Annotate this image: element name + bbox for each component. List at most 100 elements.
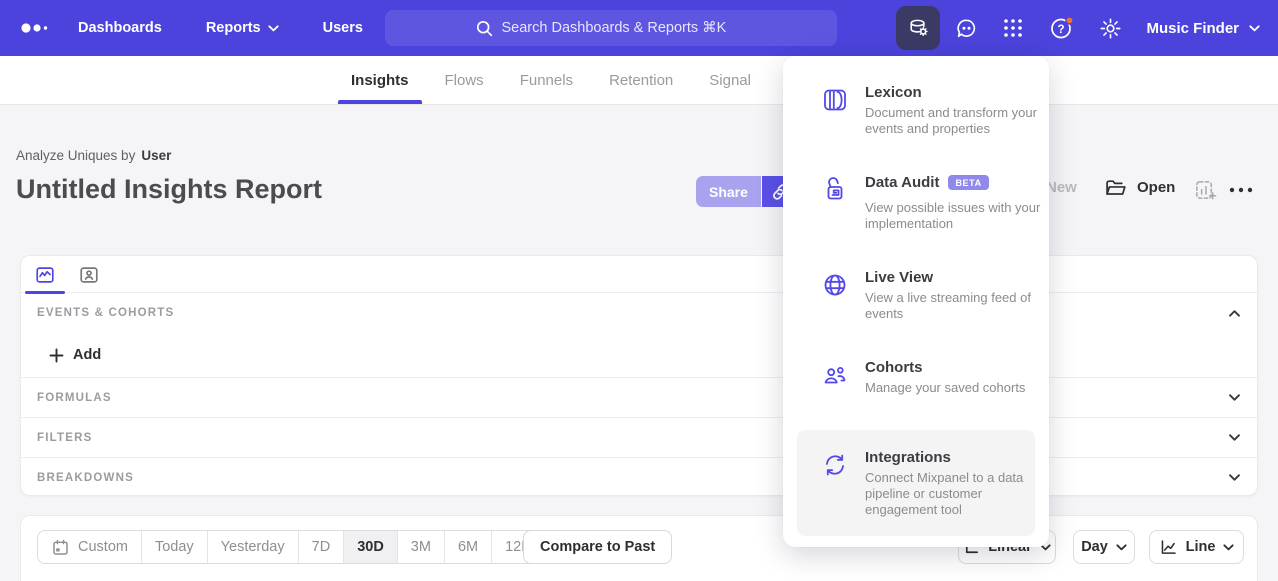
user-profile-icon [78, 264, 100, 286]
chart-type-label: Line [1186, 539, 1216, 555]
nav-reports[interactable]: Reports [206, 20, 279, 36]
tab-flows[interactable]: Flows [432, 56, 497, 104]
range-custom-label: Custom [78, 539, 128, 555]
menu-item-title: Data Audit BETA [865, 174, 1043, 191]
menu-item-live-view[interactable]: Live View View a live streaming feed of … [821, 269, 1031, 322]
menu-item-lexicon[interactable]: Lexicon Document and transform your even… [821, 84, 1031, 137]
menu-item-desc: Manage your saved cohorts [865, 380, 1043, 396]
plus-icon [49, 348, 64, 363]
tab-insights[interactable]: Insights [338, 56, 422, 104]
line-chart-icon [1159, 538, 1178, 557]
range-6m[interactable]: 6M [444, 531, 491, 563]
chevron-down-icon [268, 25, 279, 32]
search-input[interactable] [502, 20, 747, 36]
menu-item-desc: Connect Mixpanel to a data pipeline or c… [865, 470, 1043, 518]
beta-badge: BETA [948, 175, 988, 190]
settings-button[interactable] [1092, 10, 1128, 46]
data-management-button[interactable] [896, 6, 940, 50]
range-7d[interactable]: 7D [298, 531, 344, 563]
menu-item-desc: View a live streaming feed of events [865, 290, 1043, 322]
nav-users[interactable]: Users [323, 20, 363, 36]
section-breakdowns[interactable]: BREAKDOWNS [21, 457, 1257, 497]
share-button[interactable]: Share [696, 176, 761, 207]
interval-label: Day [1081, 539, 1108, 555]
events-cohorts-label: EVENTS & COHORTS [37, 307, 174, 319]
chevron-down-icon[interactable] [1228, 393, 1241, 402]
add-event-row: Add [21, 333, 1257, 377]
data-management-menu: Lexicon Document and transform your even… [783, 56, 1049, 547]
tab-funnels[interactable]: Funnels [507, 56, 586, 104]
menu-item-integrations[interactable]: Integrations Connect Mixpanel to a data … [797, 430, 1035, 536]
data-audit-icon [821, 176, 849, 204]
live-view-globe-icon [821, 271, 849, 299]
gear-icon [1098, 16, 1123, 41]
chevron-down-icon[interactable] [1228, 473, 1241, 482]
new-report-button[interactable]: New [1046, 179, 1077, 196]
section-filters[interactable]: FILTERS [21, 417, 1257, 457]
add-to-dashboard-icon [1194, 179, 1217, 202]
compare-to-past-button[interactable]: Compare to Past [523, 530, 672, 564]
integrations-sync-icon [821, 451, 849, 479]
range-today[interactable]: Today [141, 531, 207, 563]
tab-signal[interactable]: Signal [696, 56, 764, 104]
cohorts-users-icon [821, 361, 849, 389]
folder-icon [1104, 177, 1127, 198]
report-tabbar: Insights Flows Funnels Retention Signal … [0, 56, 1278, 105]
chart-type-dropdown[interactable]: Line [1149, 530, 1244, 564]
global-search[interactable] [385, 10, 837, 46]
filters-label: FILTERS [37, 432, 92, 444]
nav-dashboards[interactable]: Dashboards [78, 20, 162, 36]
menu-item-title: Cohorts [865, 359, 1043, 376]
formulas-label: FORMULAS [37, 392, 112, 404]
calendar-icon [51, 538, 70, 557]
help-button[interactable]: ? [1044, 10, 1080, 46]
svg-text:?: ? [1057, 24, 1064, 36]
chart-pulse-icon [34, 264, 56, 286]
menu-item-title: Integrations [865, 449, 1043, 466]
chevron-down-icon [1223, 544, 1234, 551]
primary-nav: Dashboards Reports Users [78, 0, 363, 56]
nav-users-label: Users [323, 20, 363, 36]
workspace-switcher[interactable]: Music Finder [1146, 0, 1260, 56]
chevron-down-icon[interactable] [1228, 433, 1241, 442]
tab-retention[interactable]: Retention [596, 56, 686, 104]
chat-bubble-icon [954, 16, 979, 41]
menu-item-cohorts[interactable]: Cohorts Manage your saved cohorts [821, 359, 1031, 396]
top-navbar: Dashboards Reports Users [0, 0, 1278, 56]
data-audit-title: Data Audit [865, 174, 939, 191]
range-3m[interactable]: 3M [397, 531, 444, 563]
search-icon [476, 20, 493, 37]
section-formulas[interactable]: FORMULAS [21, 377, 1257, 417]
open-label: Open [1137, 179, 1175, 196]
range-yesterday[interactable]: Yesterday [207, 531, 298, 563]
more-actions-button[interactable] [1228, 183, 1254, 202]
open-report-button[interactable]: Open [1104, 177, 1175, 198]
workspace-name: Music Finder [1146, 20, 1239, 37]
chevron-up-icon[interactable] [1228, 309, 1241, 318]
user-profiles-tab[interactable] [67, 256, 111, 293]
section-events-cohorts[interactable]: EVENTS & COHORTS [21, 293, 1257, 333]
breakdowns-label: BREAKDOWNS [37, 472, 134, 484]
app-root: Dashboards Reports Users [0, 0, 1278, 581]
chevron-down-icon [1249, 25, 1260, 32]
query-builder-card: EVENTS & COHORTS Add FORMULAS FILTERS BR… [20, 255, 1258, 496]
add-event-button[interactable]: Add [49, 347, 101, 363]
apps-grid-button[interactable] [995, 10, 1031, 46]
lexicon-icon [821, 86, 849, 114]
menu-item-desc: Document and transform your events and p… [865, 105, 1043, 137]
page-title[interactable]: Untitled Insights Report [16, 174, 322, 205]
menu-item-title: Lexicon [865, 84, 1043, 101]
interval-dropdown[interactable]: Day [1073, 530, 1135, 564]
breadcrumb: Analyze Uniques byUser [16, 148, 171, 163]
breadcrumb-value[interactable]: User [141, 148, 171, 163]
help-icon: ? [1048, 14, 1076, 42]
nav-dashboards-label: Dashboards [78, 20, 162, 36]
grid-dots-icon [1001, 16, 1025, 40]
events-metrics-tab[interactable] [23, 256, 67, 293]
range-custom[interactable]: Custom [38, 531, 141, 563]
add-to-dashboard-button[interactable] [1194, 179, 1217, 207]
menu-item-data-audit[interactable]: Data Audit BETA View possible issues wit… [821, 174, 1031, 232]
feedback-button[interactable] [948, 10, 984, 46]
mixpanel-logo-icon[interactable] [20, 17, 50, 44]
range-30d[interactable]: 30D [343, 531, 397, 563]
